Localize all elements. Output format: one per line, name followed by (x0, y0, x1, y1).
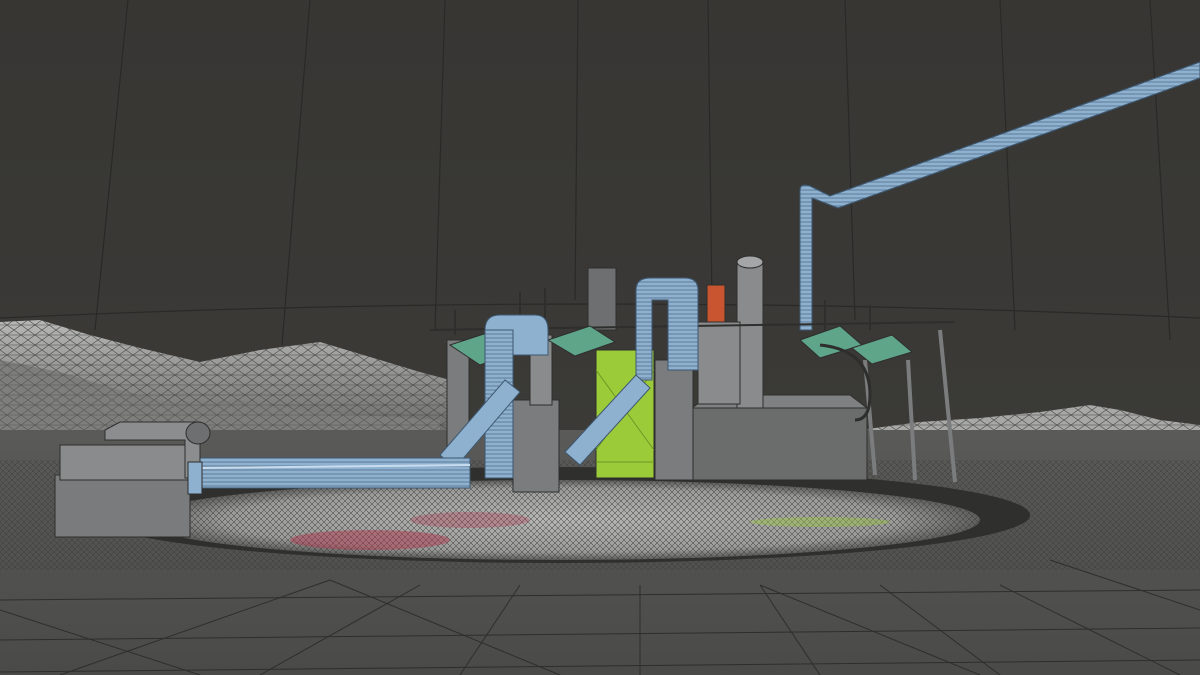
scene-render[interactable] (0, 0, 1200, 675)
3d-viewport[interactable] (0, 0, 1200, 675)
